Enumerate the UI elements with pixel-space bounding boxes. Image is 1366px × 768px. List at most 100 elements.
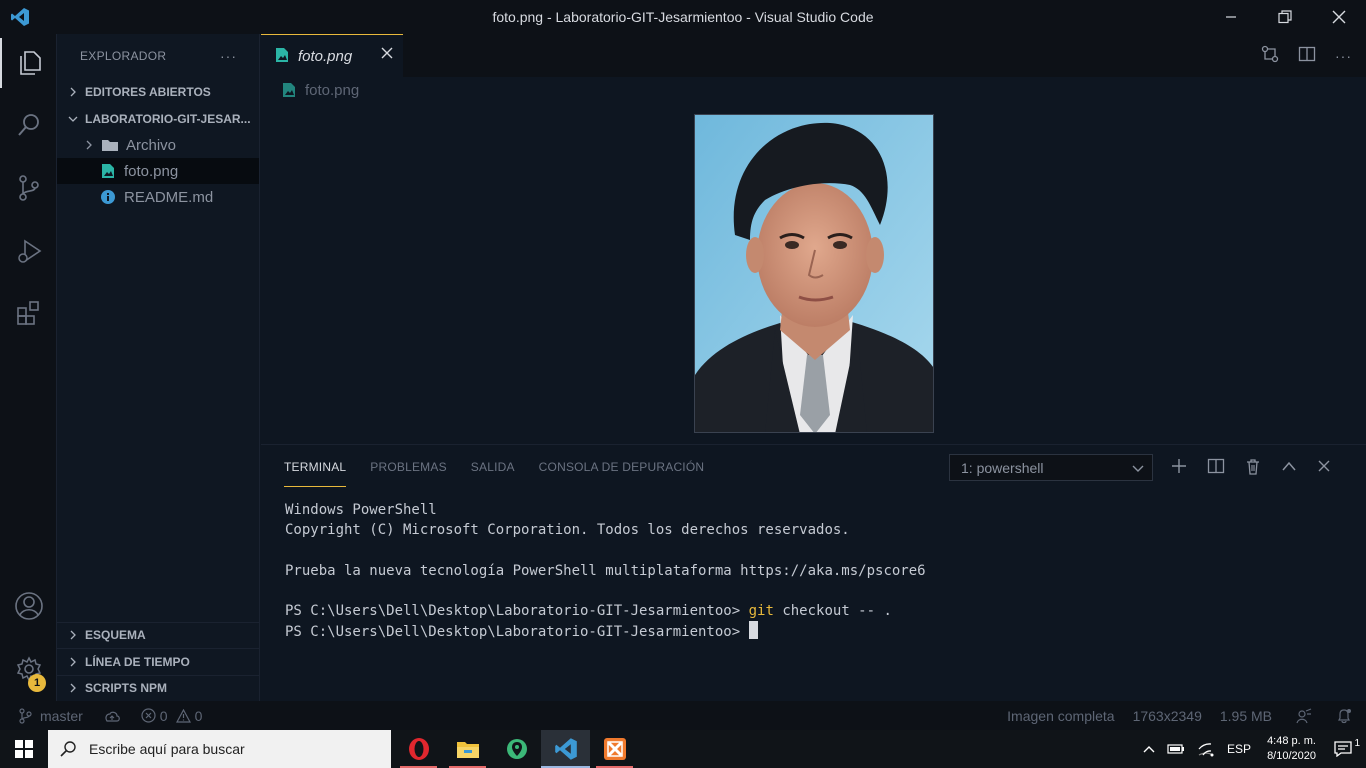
chevron-right-icon	[65, 657, 81, 667]
terminal-line: Prueba la nueva tecnología PowerShell mu…	[285, 562, 926, 579]
section-open-editors[interactable]: EDITORES ABIERTOS	[57, 78, 259, 105]
git-branch-icon[interactable]	[18, 707, 32, 724]
terminal-shell-select[interactable]: 1: powershell	[949, 454, 1153, 481]
tab-label: foto.png	[298, 47, 353, 65]
window-title: foto.png - Laboratorio-GIT-Jesarmientoo …	[492, 9, 874, 25]
run-debug-icon[interactable]	[0, 226, 57, 276]
terminal-line: Windows PowerShell	[285, 502, 437, 518]
section-outline[interactable]: ESQUEMA	[57, 621, 260, 649]
terminal-panel: TERMINAL PROBLEMAS SALIDA CONSOLA DE DEP…	[261, 444, 1366, 701]
extensions-icon[interactable]	[0, 288, 57, 338]
more-actions-icon[interactable]: ···	[220, 48, 237, 64]
maps-app-icon[interactable]	[492, 730, 541, 768]
open-changes-icon[interactable]	[1261, 45, 1279, 66]
explorer-icon[interactable]	[0, 38, 57, 88]
search-icon[interactable]	[0, 100, 57, 150]
terminal-output[interactable]: Windows PowerShell Copyright (C) Microso…	[285, 500, 926, 642]
vscode-taskbar-icon[interactable]	[541, 730, 590, 768]
manage-gear-icon[interactable]: 1	[0, 644, 57, 694]
chevron-right-icon	[65, 630, 81, 640]
section-label: LÍNEA DE TIEMPO	[85, 654, 190, 669]
restore-button[interactable]	[1258, 0, 1312, 34]
editor-tabs-bar: foto.png ···	[261, 34, 1366, 77]
activity-bar: 1	[0, 34, 57, 701]
vscode-logo-icon[interactable]	[0, 0, 40, 34]
tab-terminal[interactable]: TERMINAL	[284, 447, 347, 487]
accounts-icon[interactable]	[0, 581, 57, 631]
errors-count[interactable]: 0	[160, 708, 168, 724]
notification-count-badge: 1	[1354, 738, 1360, 749]
section-label: ESQUEMA	[85, 628, 146, 643]
opera-icon[interactable]	[394, 730, 443, 768]
portrait-photo	[694, 114, 934, 433]
section-npm-scripts[interactable]: SCRIPTS NPM	[57, 674, 260, 702]
language-indicator[interactable]: ESP	[1221, 730, 1257, 768]
split-terminal-icon[interactable]	[1207, 458, 1225, 477]
info-icon	[99, 188, 117, 206]
errors-icon[interactable]	[141, 708, 156, 723]
taskbar-search-box[interactable]: Escribe aquí para buscar	[48, 730, 391, 768]
section-label: SCRIPTS NPM	[85, 681, 168, 696]
terminal-prompt: PS C:\Users\Dell\Desktop\Laboratorio-GIT…	[285, 603, 741, 620]
action-center-icon[interactable]: 1	[1326, 730, 1366, 768]
image-file-icon	[99, 162, 117, 180]
file-explorer-icon[interactable]	[443, 730, 492, 768]
tab-output[interactable]: SALIDA	[471, 445, 515, 489]
warnings-icon[interactable]	[175, 708, 191, 723]
trash-icon[interactable]	[1245, 458, 1261, 478]
feedback-icon[interactable]	[1296, 707, 1312, 724]
image-dimensions: 1763x2349	[1132, 707, 1202, 724]
notifications-bell-icon[interactable]	[1336, 708, 1352, 724]
maximize-panel-icon[interactable]	[1281, 460, 1297, 475]
sync-cloud-icon[interactable]	[103, 709, 121, 723]
xampp-icon[interactable]	[590, 730, 639, 768]
clock-time: 4:48 p. m.	[1267, 735, 1316, 747]
section-timeline[interactable]: LÍNEA DE TIEMPO	[57, 648, 260, 675]
close-window-button[interactable]	[1312, 0, 1366, 34]
section-project[interactable]: LABORATORIO-GIT-JESAR...	[57, 105, 259, 132]
tree-item-readme[interactable]: README.md	[57, 184, 259, 210]
chevron-down-icon	[1132, 461, 1144, 477]
new-terminal-icon[interactable]	[1171, 458, 1187, 477]
windows-start-icon[interactable]	[0, 730, 48, 768]
terminal-command-args: checkout -- .	[773, 603, 892, 620]
tree-item-label: README.md	[124, 188, 214, 206]
source-control-icon[interactable]	[0, 163, 57, 213]
section-label: LABORATORIO-GIT-JESAR...	[85, 111, 251, 126]
chevron-right-icon	[65, 683, 81, 693]
tree-item-label: Archivo	[126, 136, 177, 154]
chevron-right-icon	[81, 140, 97, 150]
git-branch-label[interactable]: master	[40, 708, 83, 724]
tree-item-label: foto.png	[124, 162, 179, 180]
tree-item-foto[interactable]: foto.png	[57, 158, 259, 184]
windows-taskbar: Escribe aquí para buscar ESP 4:48 p. m. …	[0, 730, 1366, 768]
clock-date: 8/10/2020	[1267, 750, 1316, 762]
more-actions-icon[interactable]: ···	[1335, 48, 1352, 64]
image-file-size: 1.95 MB	[1219, 707, 1272, 724]
explorer-title: EXPLORADOR	[80, 49, 167, 63]
image-file-icon	[275, 47, 289, 66]
chevron-down-icon	[65, 115, 81, 123]
explorer-sidebar: EXPLORADOR ··· EDITORES ABIERTOS LABORAT…	[57, 34, 260, 701]
show-hidden-icons-chevron-icon[interactable]	[1137, 730, 1161, 768]
terminal-line: Copyright (C) Microsoft Corporation. Tod…	[285, 522, 850, 539]
close-panel-icon[interactable]	[1317, 459, 1331, 476]
warnings-count[interactable]: 0	[195, 708, 203, 724]
search-placeholder: Escribe aquí para buscar	[89, 741, 245, 757]
close-tab-icon[interactable]	[381, 47, 393, 62]
battery-icon[interactable]	[1161, 730, 1191, 768]
image-zoom-mode[interactable]: Imagen completa	[1007, 708, 1114, 724]
tab-debug-console[interactable]: CONSOLA DE DEPURACIÓN	[539, 445, 705, 489]
breadcrumb-item[interactable]: foto.png	[305, 82, 359, 99]
split-editor-icon[interactable]	[1298, 45, 1316, 66]
minimize-button[interactable]	[1204, 0, 1258, 34]
taskbar-clock[interactable]: 4:48 p. m. 8/10/2020	[1257, 734, 1326, 764]
terminal-prompt: PS C:\Users\Dell\Desktop\Laboratorio-GIT…	[285, 624, 741, 641]
status-bar: master 0 0 Imagen completa 1763x2349 1.9…	[0, 701, 1366, 730]
title-bar: foto.png - Laboratorio-GIT-Jesarmientoo …	[0, 0, 1366, 34]
tree-item-archivo[interactable]: Archivo	[57, 132, 259, 158]
tab-problems[interactable]: PROBLEMAS	[370, 445, 447, 489]
image-file-icon	[282, 82, 296, 98]
tab-foto[interactable]: foto.png	[261, 34, 403, 77]
wifi-icon[interactable]	[1191, 730, 1221, 768]
